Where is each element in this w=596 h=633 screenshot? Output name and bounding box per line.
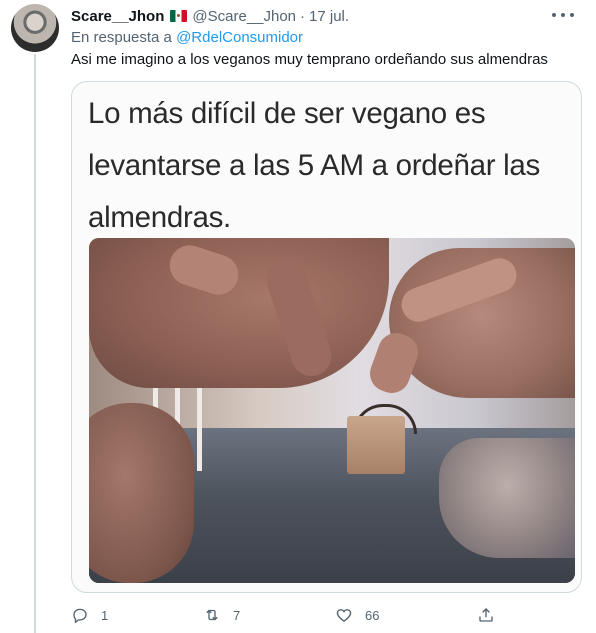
mexico-flag-icon [170, 10, 188, 22]
share-icon [479, 608, 493, 622]
tweet-media[interactable]: Lo más difícil de ser vegano es levantar… [71, 81, 582, 593]
tweet-text: Asi me imagino a los veganos muy tempran… [71, 51, 548, 68]
reply-button[interactable]: 1 [71, 604, 108, 626]
reply-prefix: En respuesta a [71, 29, 177, 46]
retweet-count: 7 [233, 607, 241, 623]
reply-context: En respuesta a @RdelConsumidor [71, 29, 303, 46]
heart-icon [336, 609, 352, 622]
avatar[interactable] [11, 4, 59, 52]
retweet-button[interactable]: 7 [203, 604, 240, 626]
thread-line [34, 54, 36, 633]
like-button[interactable]: 66 [335, 604, 379, 626]
reply-count: 1 [101, 607, 109, 623]
meme-caption: Lo más difícil de ser vegano es levantar… [88, 88, 568, 244]
display-name[interactable]: Scare__Jhon [71, 8, 164, 25]
meme-photo [89, 238, 575, 583]
meme-line: levantarse a las 5 AM a ordeñar las [88, 149, 540, 182]
reply-icon [73, 608, 87, 624]
tweet-header: Scare__Jhon @Scare__Jhon · 17 jul. [71, 6, 349, 26]
tweet-actions: 1 7 66 [71, 604, 501, 626]
tweet[interactable]: Scare__Jhon @Scare__Jhon · 17 jul. En re… [0, 0, 596, 633]
meme-line: Lo más difícil de ser vegano es [88, 97, 486, 130]
more-options-icon[interactable] [552, 6, 574, 24]
retweet-icon [206, 609, 218, 621]
meme-line: almendras. [88, 201, 231, 234]
reply-mention-link[interactable]: @RdelConsumidor [176, 29, 303, 46]
share-button[interactable] [477, 604, 495, 626]
tweet-date[interactable]: 17 jul. [309, 8, 349, 25]
separator: · [300, 7, 306, 25]
like-count: 66 [365, 607, 380, 623]
user-handle[interactable]: @Scare__Jhon [192, 8, 296, 25]
